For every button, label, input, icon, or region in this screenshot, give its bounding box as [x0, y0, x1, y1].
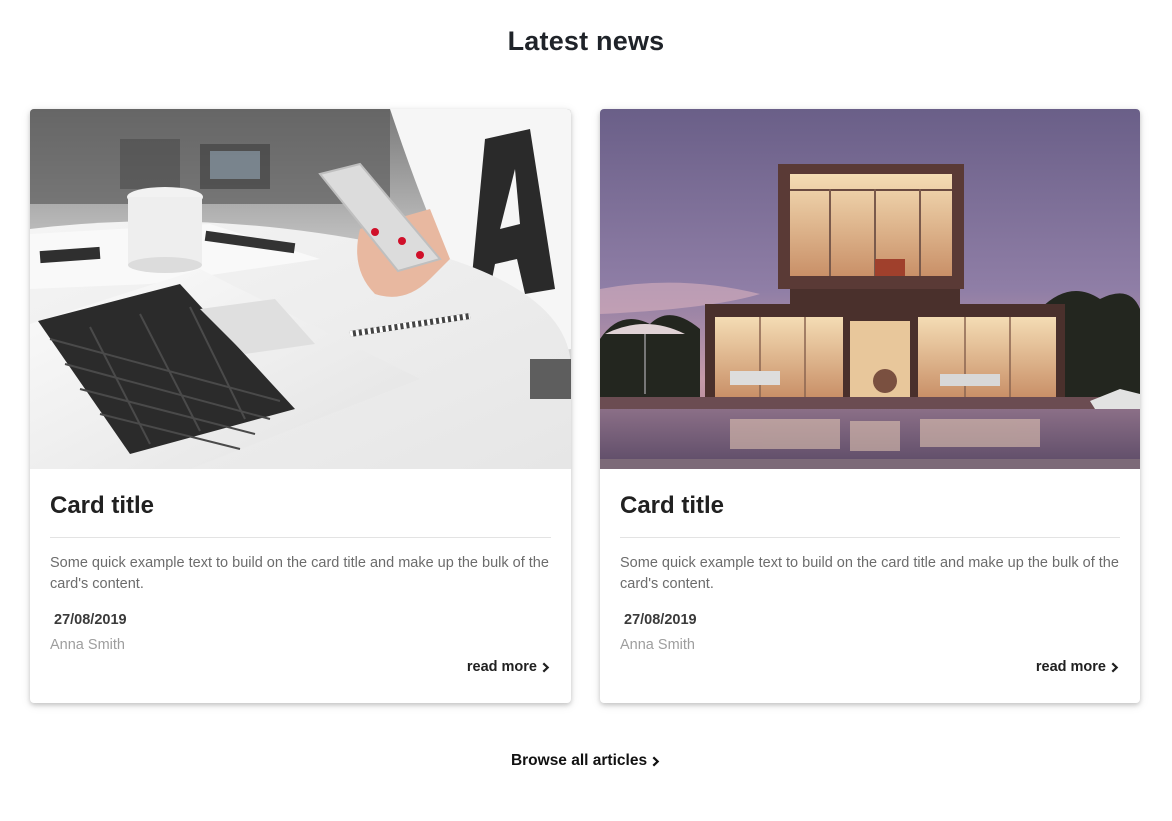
card-text: Some quick example text to build on the … [50, 555, 549, 592]
read-more-label: read more [466, 659, 537, 675]
card-divider [50, 537, 551, 538]
news-card: Card title Some quick example text to bu… [30, 109, 571, 703]
read-more-link[interactable]: read more [1036, 659, 1120, 675]
card-image-house[interactable] [600, 109, 1140, 469]
chevron-right-icon [1111, 662, 1119, 672]
chevron-right-icon [652, 756, 660, 766]
card-divider [620, 537, 1120, 538]
chevron-right-icon [542, 662, 550, 672]
read-more-link[interactable]: read more [467, 659, 551, 675]
card-date: 27/08/2019 [624, 612, 697, 628]
news-section: Latest news Card title Some quick exampl… [0, 0, 1172, 821]
laptop-photo-illustration [30, 109, 571, 469]
house-photo-illustration [600, 109, 1140, 469]
card-title: Card title [620, 492, 725, 519]
card-date: 27/08/2019 [54, 612, 127, 628]
browse-all-label: Browse all articles [510, 752, 648, 769]
browse-all-articles-link[interactable]: Browse all articles [511, 752, 661, 770]
card-title: Card title [50, 492, 155, 519]
browse-all-container: Browse all articles [0, 752, 1172, 770]
read-more-label: read more [1035, 659, 1106, 675]
card-author: Anna Smith [620, 637, 695, 653]
card-image-laptop[interactable] [30, 109, 571, 469]
card-text: Some quick example text to build on the … [620, 555, 1119, 592]
news-card: Card title Some quick example text to bu… [600, 109, 1140, 703]
card-author: Anna Smith [50, 637, 125, 653]
section-title: Latest news [507, 26, 665, 56]
